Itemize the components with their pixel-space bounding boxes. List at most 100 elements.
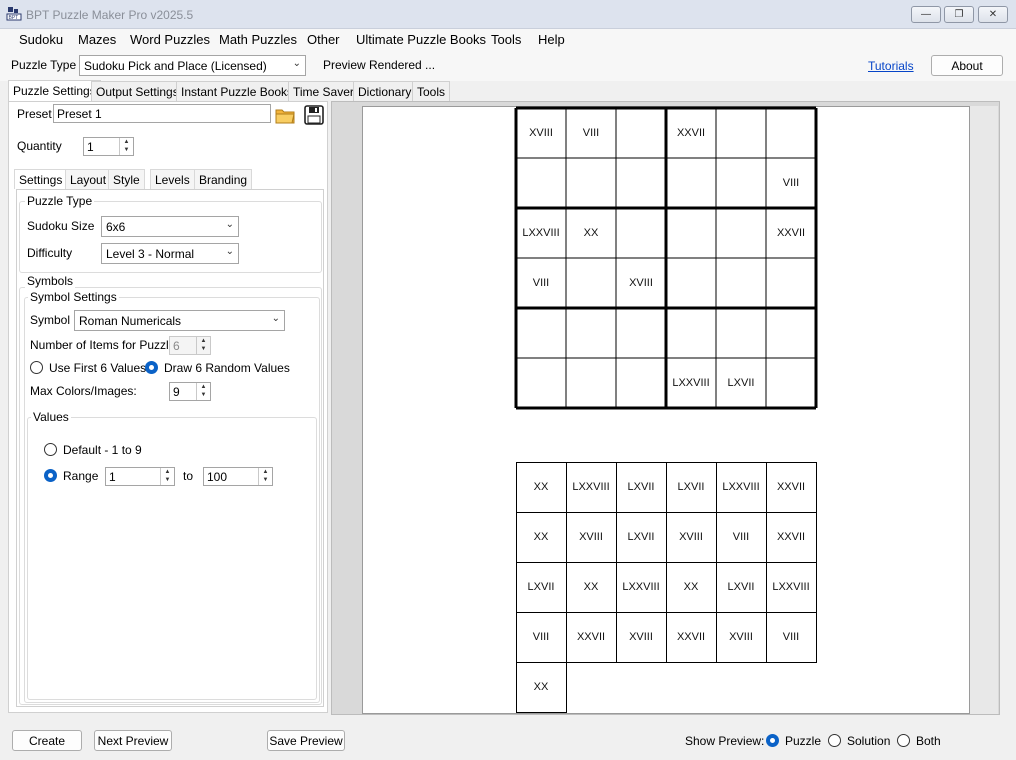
menu-tools[interactable]: Tools <box>491 32 521 47</box>
piece-label: XXVII <box>676 631 706 643</box>
custom-range-radio[interactable] <box>44 469 57 482</box>
close-button[interactable]: ✕ <box>978 6 1008 23</box>
tab-output-settings[interactable]: Output Settings <box>91 81 184 101</box>
grid-cell <box>766 308 816 358</box>
menu-word-puzzles[interactable]: Word Puzzles <box>130 32 210 47</box>
piece-label: XVIII <box>679 531 703 543</box>
spin-arrows-icon[interactable]: ▲ ▼ <box>258 468 272 485</box>
use-first-label: Use First 6 Values <box>49 361 147 375</box>
show-preview-label: Show Preview: <box>685 734 765 748</box>
tab-style[interactable]: Style <box>108 169 145 189</box>
piece-label: VIII <box>782 631 800 643</box>
piece-label: XX <box>583 581 599 593</box>
range-to-stepper[interactable]: 100 ▲ ▼ <box>203 467 273 486</box>
preset-input[interactable]: Preset 1 <box>53 104 271 123</box>
quantity-value: 1 <box>87 140 94 154</box>
menu-help[interactable]: Help <box>538 32 565 47</box>
main-tab-strip: Puzzle Settings Output Settings Instant … <box>0 80 1016 101</box>
menu-other[interactable]: Other <box>307 32 340 47</box>
menu-ultimate-puzzle-books[interactable]: Ultimate Puzzle Books <box>356 32 486 47</box>
show-solution-radio[interactable] <box>828 734 841 747</box>
puzzle-type-value: Sudoku Pick and Place (Licensed) <box>84 59 267 73</box>
grid-cell <box>566 308 616 358</box>
chevron-down-icon: ⌄ <box>225 219 234 230</box>
sudoku-size-label: Sudoku Size <box>27 219 95 233</box>
piece-label: XXVII <box>776 531 806 543</box>
range-to-value: 100 <box>207 470 228 484</box>
grid-cell: XX <box>583 227 599 239</box>
restore-button[interactable]: ❐ <box>944 6 974 23</box>
default-range-label: Default - 1 to 9 <box>63 443 142 457</box>
tab-puzzle-settings[interactable]: Puzzle Settings <box>8 80 101 101</box>
grid-cell <box>616 308 666 358</box>
difficulty-label: Difficulty <box>27 246 73 260</box>
quantity-stepper[interactable]: 1 ▲ ▼ <box>83 137 134 156</box>
grid-cell <box>666 308 716 358</box>
grid-cell <box>566 258 616 308</box>
max-colors-value: 9 <box>173 385 180 399</box>
piece-label: XVIII <box>729 631 753 643</box>
grid-cell <box>616 158 666 208</box>
grid-cell: LXXVIII <box>522 227 560 239</box>
grid-cell <box>566 358 616 408</box>
save-preview-button[interactable]: Save Preview <box>267 730 345 751</box>
tab-instant-puzzle-books[interactable]: Instant Puzzle Books <box>176 81 299 101</box>
grid-cell <box>666 208 716 258</box>
show-puzzle-radio[interactable] <box>766 734 779 747</box>
grid-cell <box>766 258 816 308</box>
piece-label: LXXVIII <box>622 581 660 593</box>
show-both-radio[interactable] <box>897 734 910 747</box>
tab-branding[interactable]: Branding <box>194 169 253 189</box>
minimize-button[interactable]: — <box>911 6 941 23</box>
spin-arrows-icon[interactable]: ▲ ▼ <box>160 468 174 485</box>
bottom-bar: Create Next Preview Save Preview Show Pr… <box>0 720 1016 760</box>
chevron-down-icon: ⌄ <box>292 58 301 69</box>
grid-cell <box>716 308 766 358</box>
piece-label: LXVII <box>627 531 655 543</box>
menu-sudoku[interactable]: Sudoku <box>19 32 63 47</box>
grid-cell: VIII <box>532 277 550 289</box>
piece-label: LXXVIII <box>722 481 760 493</box>
default-range-radio[interactable] <box>44 443 57 456</box>
draw-random-radio[interactable] <box>145 361 158 374</box>
max-colors-stepper[interactable]: 9 ▲ ▼ <box>169 382 211 401</box>
symbol-label: Symbol <box>30 313 71 327</box>
tab-layout[interactable]: Layout <box>65 169 112 189</box>
tab-dictionary[interactable]: Dictionary <box>353 81 417 101</box>
range-from-stepper[interactable]: 1 ▲ ▼ <box>105 467 175 486</box>
tutorials-link[interactable]: Tutorials <box>868 59 914 73</box>
spin-arrows-icon[interactable]: ▲ ▼ <box>119 138 133 155</box>
difficulty-select[interactable]: Level 3 - Normal ⌄ <box>101 243 239 264</box>
menu-math-puzzles[interactable]: Math Puzzles <box>219 32 297 47</box>
items-for-puzzle-stepper: 6 ▲ ▼ <box>169 336 211 355</box>
menu-mazes[interactable]: Mazes <box>78 32 116 47</box>
grid-cell: LXXVIII <box>672 377 710 389</box>
puzzle-type-select[interactable]: Sudoku Pick and Place (Licensed) ⌄ <box>79 55 306 76</box>
quantity-label: Quantity <box>17 139 62 153</box>
preview-scrollbar[interactable] <box>970 106 998 714</box>
about-button[interactable]: About <box>931 55 1003 76</box>
tab-levels[interactable]: Levels <box>150 169 195 189</box>
tab-tools[interactable]: Tools <box>412 81 451 101</box>
symbol-settings-title: Symbol Settings <box>28 290 119 304</box>
tab-time-saver[interactable]: Time Saver <box>288 81 359 101</box>
draw-random-label: Draw 6 Random Values <box>164 361 290 375</box>
sudoku-size-select[interactable]: 6x6 ⌄ <box>101 216 239 237</box>
grid-cell <box>666 258 716 308</box>
open-folder-icon[interactable] <box>274 104 296 126</box>
preset-label: Preset <box>17 107 52 121</box>
save-disk-icon[interactable] <box>303 104 325 126</box>
next-preview-button[interactable]: Next Preview <box>94 730 172 751</box>
tab-settings[interactable]: Settings <box>14 169 68 189</box>
use-first-radio[interactable] <box>30 361 43 374</box>
grid-cell <box>766 108 816 158</box>
close-icon: ✕ <box>988 9 998 20</box>
grid-cell <box>566 158 616 208</box>
app-logo-icon: BPT <box>6 7 22 21</box>
max-colors-label: Max Colors/Images: <box>30 384 137 398</box>
create-button[interactable]: Create <box>12 730 82 751</box>
grid-cell <box>716 108 766 158</box>
spin-arrows-icon[interactable]: ▲ ▼ <box>196 383 210 400</box>
symbol-select[interactable]: Roman Numericals ⌄ <box>74 310 285 331</box>
grid-cell <box>616 208 666 258</box>
